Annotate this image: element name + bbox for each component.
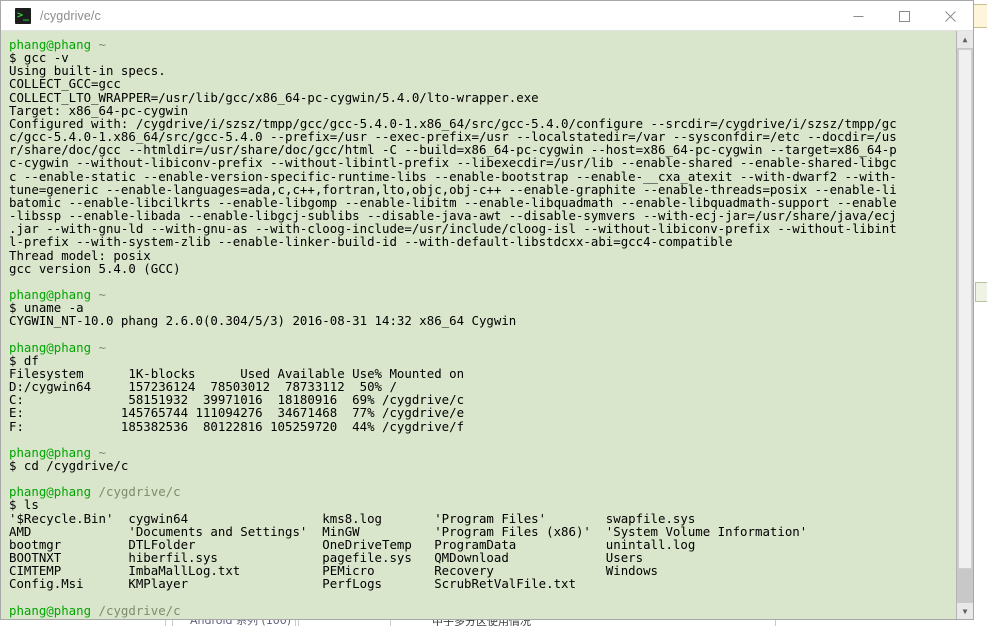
terminal-text: phang@phang ~ $ gcc -v Using built-in sp… [9, 37, 897, 618]
minimize-icon[interactable] [835, 1, 881, 31]
window-titlebar[interactable]: >_ /cygdrive/c [1, 1, 973, 31]
scroll-down-icon[interactable]: ▼ [957, 603, 973, 619]
cygwin-terminal-icon: >_ [15, 7, 31, 24]
scroll-up-glyph: ▲ [962, 34, 968, 44]
terminal-scrollbar[interactable]: ▲ ▼ [956, 31, 973, 619]
background-side-marker [975, 282, 987, 302]
terminal-output-pane[interactable]: phang@phang ~ $ gcc -v Using built-in sp… [1, 31, 956, 619]
scroll-down-glyph: ▼ [962, 606, 968, 616]
window-controls [835, 1, 973, 31]
scrollbar-thumb[interactable] [958, 49, 972, 569]
background-side-panel [972, 4, 987, 28]
maximize-icon[interactable] [881, 1, 927, 31]
window-title: /cygdrive/c [40, 8, 101, 23]
scroll-up-icon[interactable]: ▲ [957, 31, 973, 48]
terminal-area: phang@phang ~ $ gcc -v Using built-in sp… [1, 31, 973, 619]
terminal-window: >_ /cygdrive/c phang@phang ~ $ gcc -v Us… [0, 0, 974, 620]
close-icon[interactable] [927, 1, 973, 31]
